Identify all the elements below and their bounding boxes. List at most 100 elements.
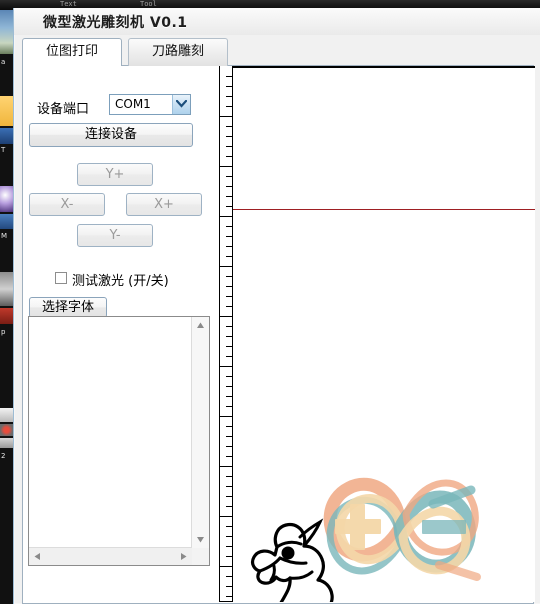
ruler-tick — [226, 426, 232, 427]
vertical-ruler — [219, 66, 233, 602]
ruler-tick — [226, 356, 232, 357]
ruler-tick — [226, 96, 232, 97]
device-port-value: COM1 — [115, 97, 151, 111]
tab-bitmap-print[interactable]: 位图打印 — [22, 38, 122, 66]
ruler-tick — [226, 86, 232, 87]
ruler-tick — [226, 246, 232, 247]
ruler-tick — [226, 496, 232, 497]
ruler-tick — [226, 386, 232, 387]
canvas-area: ARDUINO 中文社区 — [219, 66, 535, 602]
ruler-tick — [226, 446, 232, 447]
ruler-tick — [220, 116, 232, 117]
ruler-tick — [226, 196, 232, 197]
dock-label-a: a — [1, 58, 6, 66]
vertical-scrollbar[interactable] — [191, 317, 209, 548]
ruler-tick — [220, 516, 232, 517]
ruler-tick — [226, 256, 232, 257]
dock-icon-app-blue[interactable] — [0, 128, 13, 144]
scroll-up-arrow-icon[interactable] — [192, 317, 209, 334]
jog-x-plus-button[interactable]: X+ — [126, 193, 202, 216]
control-panel: 设备端口 COM1 连接设备 Y+ X- X+ Y- 测试激光 (开/关) 选择… — [23, 66, 219, 602]
horizontal-scrollbar[interactable] — [29, 547, 192, 565]
guide-line — [233, 209, 535, 210]
device-port-label: 设备端口 — [37, 102, 90, 117]
dock-icon-photo[interactable] — [0, 10, 13, 54]
ruler-tick — [226, 596, 232, 597]
jog-y-minus-button[interactable]: Y- — [77, 224, 153, 247]
application-window: 微型激光雕刻机 V0.1 位图打印 刀路雕刻 设备端口 COM1 连接设备 Y+… — [13, 8, 540, 604]
dock-icon-photo2[interactable] — [0, 272, 13, 306]
dock-label-t: T — [1, 146, 6, 154]
tab-strip: 位图打印 刀路雕刻 — [22, 38, 534, 66]
dock-icon-app-dot[interactable] — [0, 424, 13, 436]
ruler-tick — [226, 326, 232, 327]
ruler-tick — [226, 556, 232, 557]
test-laser-label: 测试激光 (开/关) — [72, 274, 169, 289]
dock-icon-app-blue2[interactable] — [0, 214, 13, 229]
ruler-tick — [226, 126, 232, 127]
scroll-right-arrow-icon[interactable] — [175, 548, 192, 565]
dock-icon-tray[interactable] — [0, 438, 13, 448]
ruler-tick — [226, 136, 232, 137]
dock-icon-sphere[interactable] — [0, 186, 13, 212]
scrollbar-corner — [192, 548, 209, 565]
pony-eye — [281, 546, 295, 560]
dock-icon-app-red[interactable] — [0, 308, 13, 324]
ruler-tick — [226, 346, 232, 347]
ruler-tick — [226, 306, 232, 307]
drawing-canvas[interactable]: ARDUINO 中文社区 — [233, 66, 535, 602]
ruler-tick — [226, 436, 232, 437]
pony-head-line-art[interactable] — [244, 508, 364, 602]
ruler-tick — [220, 466, 232, 467]
tab-content-panel: 设备端口 COM1 连接设备 Y+ X- X+ Y- 测试激光 (开/关) 选择… — [22, 66, 535, 604]
ruler-tick — [226, 576, 232, 577]
text-input-area-wrapper — [28, 316, 210, 566]
ruler-tick — [226, 536, 232, 537]
ruler-tick — [226, 276, 232, 277]
ruler-tick — [220, 366, 232, 367]
ruler-tick — [226, 296, 232, 297]
ruler-tick — [220, 566, 232, 567]
ruler-tick — [220, 416, 232, 417]
ruler-tick — [226, 146, 232, 147]
ruler-tick — [226, 456, 232, 457]
ruler-tick — [226, 76, 232, 77]
background-label-tool: Tool — [140, 0, 157, 8]
ruler-tick — [226, 476, 232, 477]
dock-label-2: 2 — [1, 452, 6, 460]
tab-toolpath-engrave[interactable]: 刀路雕刻 — [128, 38, 228, 66]
ruler-tick — [226, 506, 232, 507]
ruler-tick — [226, 526, 232, 527]
dock-label-m: M — [1, 232, 8, 240]
ruler-tick — [226, 106, 232, 107]
ruler-tick — [220, 266, 232, 267]
scroll-left-arrow-icon[interactable] — [29, 548, 46, 565]
taskbar-dock[interactable]: a T M p 2 — [0, 10, 13, 604]
ruler-tick — [220, 316, 232, 317]
scroll-down-arrow-icon[interactable] — [192, 531, 209, 548]
jog-x-minus-button[interactable]: X- — [29, 193, 105, 216]
ruler-tick — [226, 546, 232, 547]
ruler-tick — [220, 216, 232, 217]
ruler-tick — [226, 186, 232, 187]
ruler-tick — [226, 586, 232, 587]
test-laser-checkbox[interactable] — [55, 272, 67, 284]
ruler-tick — [226, 486, 232, 487]
ruler-tick — [220, 166, 232, 167]
dock-label-p: p — [1, 328, 6, 336]
background-label-text: Text — [60, 0, 77, 8]
ruler-tick — [226, 336, 232, 337]
chevron-down-icon[interactable] — [172, 95, 190, 114]
select-font-button[interactable]: 选择字体 — [29, 297, 107, 318]
dock-icon-app-white[interactable] — [0, 408, 13, 422]
ruler-tick — [226, 406, 232, 407]
ruler-tick — [226, 226, 232, 227]
window-titlebar: 微型激光雕刻机 V0.1 — [14, 8, 540, 35]
text-input-area[interactable] — [29, 317, 192, 548]
ruler-tick — [226, 176, 232, 177]
connect-device-button[interactable]: 连接设备 — [29, 123, 193, 147]
device-port-select[interactable]: COM1 — [109, 94, 191, 115]
dock-icon-folder[interactable] — [0, 96, 13, 126]
ruler-tick — [226, 156, 232, 157]
jog-y-plus-button[interactable]: Y+ — [77, 163, 153, 186]
